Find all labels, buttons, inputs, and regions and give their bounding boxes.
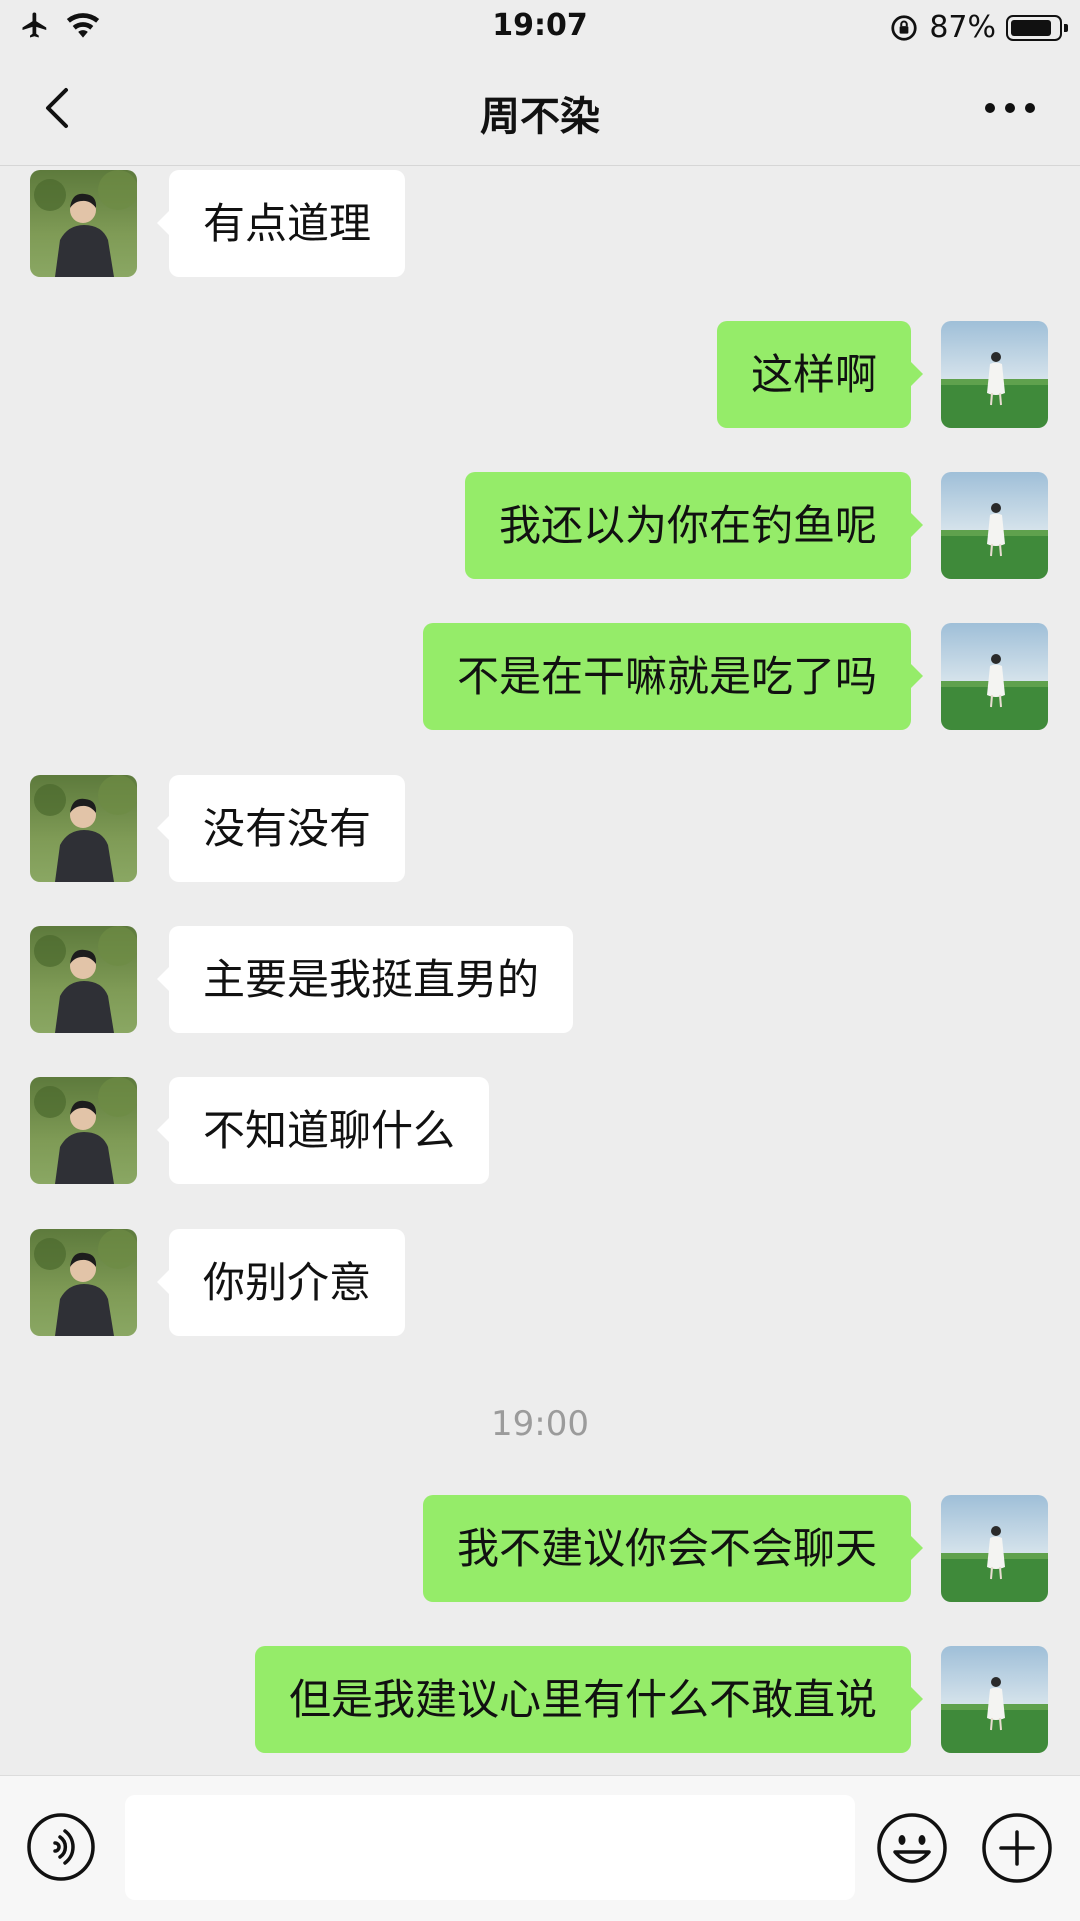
message-row-outgoing: 我还以为你在钓鱼呢 — [0, 472, 1080, 580]
message-row-outgoing: 我不建议你会不会聊天 — [0, 1495, 1080, 1603]
my-avatar[interactable] — [941, 623, 1048, 730]
message-row-incoming: 你别介意 — [0, 1229, 1080, 1337]
battery-icon — [1006, 14, 1068, 41]
message-row-incoming: 不知道聊什么 — [0, 1077, 1080, 1185]
voice-icon[interactable] — [26, 1812, 96, 1882]
more-dots-icon[interactable] — [980, 90, 1040, 126]
my-avatar[interactable] — [941, 321, 1048, 428]
message-row-incoming: 主要是我挺直男的 — [0, 926, 1080, 1034]
message-bubble[interactable]: 有点道理 — [156, 170, 406, 277]
my-avatar[interactable] — [941, 1495, 1048, 1602]
input-bar — [0, 1775, 1080, 1921]
message-list[interactable]: 有点道理这样啊我还以为你在钓鱼呢不是在干嘛就是吃了吗 没有没有主要是我挺直男的 不知… — [0, 166, 1080, 1774]
nav-bar: 周不染 — [0, 54, 1080, 166]
message-bubble[interactable]: 没有没有 — [156, 775, 406, 882]
contact-avatar[interactable] — [30, 1077, 137, 1184]
status-right: 87% — [889, 10, 1068, 45]
message-row-outgoing: 不是在干嘛就是吃了吗 — [0, 623, 1080, 731]
message-row-outgoing: 这样啊 — [0, 321, 1080, 429]
chat-title: 周不染 — [480, 94, 600, 140]
rotation-lock-icon — [891, 14, 917, 41]
message-row-outgoing: 但是我建议心里有什么不敢直说 — [0, 1646, 1080, 1754]
message-bubble[interactable]: 主要是我挺直男的 — [156, 926, 574, 1033]
message-bubble[interactable]: 我不建议你会不会聊天 — [422, 1495, 924, 1602]
contact-avatar[interactable] — [30, 926, 137, 1033]
message-bubble[interactable]: 你别介意 — [156, 1229, 406, 1336]
plus-icon[interactable] — [981, 1812, 1053, 1884]
message-bubble[interactable]: 这样啊 — [716, 321, 924, 428]
message-bubble[interactable]: 不知道聊什么 — [156, 1077, 490, 1184]
contact-avatar[interactable] — [30, 1229, 137, 1336]
my-avatar[interactable] — [941, 472, 1048, 579]
battery-percent: 87% — [929, 10, 996, 45]
message-bubble[interactable]: 我还以为你在钓鱼呢 — [464, 472, 924, 579]
emoji-icon[interactable] — [876, 1812, 948, 1884]
message-row-incoming: 有点道理 — [0, 170, 1080, 278]
battery-fill — [1011, 19, 1052, 36]
contact-avatar[interactable] — [30, 775, 137, 882]
message-bubble[interactable]: 但是我建议心里有什么不敢直说 — [254, 1646, 924, 1753]
message-bubble[interactable]: 不是在干嘛就是吃了吗 — [422, 623, 924, 730]
my-avatar[interactable] — [941, 1646, 1048, 1753]
message-input[interactable] — [125, 1795, 855, 1900]
contact-avatar[interactable] — [30, 170, 137, 277]
status-bar: 19:07 87% — [0, 0, 1080, 54]
time-divider: 19:00 — [491, 1404, 589, 1444]
message-row-incoming: 没有没有 — [0, 775, 1080, 883]
